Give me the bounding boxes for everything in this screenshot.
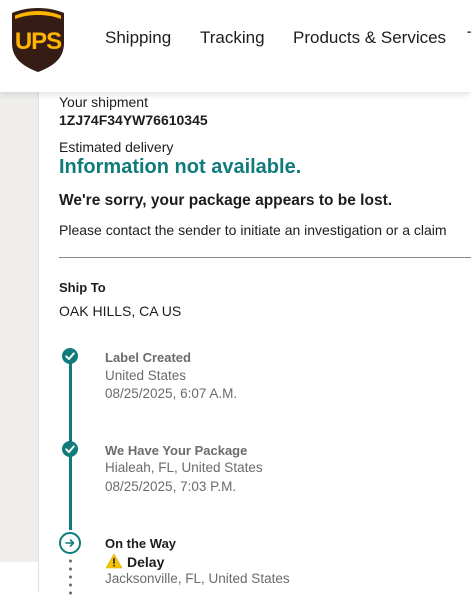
step-location: United States <box>105 368 187 383</box>
step-location: Jacksonville, FL, United States <box>105 571 290 586</box>
ship-to-label: Ship To <box>59 280 106 295</box>
step-complete-icon <box>62 348 78 364</box>
step-title: We Have Your Package <box>105 443 248 458</box>
nav-overflow-item[interactable]: T <box>467 28 471 48</box>
nav-tracking[interactable]: Tracking <box>200 28 265 48</box>
delivery-status: Information not available. <box>59 156 302 178</box>
contact-message: Please contact the sender to initiate an… <box>59 222 447 238</box>
tracking-number: 1ZJ74F34YW76610345 <box>59 112 208 128</box>
step-title: Label Created <box>105 350 191 365</box>
svg-text:UPS: UPS <box>15 28 62 55</box>
warning-icon <box>105 553 123 569</box>
shipment-label: Your shipment <box>59 94 148 110</box>
lost-alert: We're sorry, your package appears to be … <box>59 192 393 209</box>
section-divider <box>59 257 471 258</box>
step-complete-icon <box>62 441 78 457</box>
delay-label: Delay <box>127 554 165 570</box>
estimated-delivery-label: Estimated delivery <box>59 139 174 155</box>
nav-shipping[interactable]: Shipping <box>105 28 171 48</box>
step-current-icon <box>59 532 81 554</box>
nav-products-services[interactable]: Products & Services <box>293 28 446 48</box>
step-datetime: 08/25/2025, 6:07 A.M. <box>105 386 238 401</box>
ship-to-value: OAK HILLS, CA US <box>59 303 182 319</box>
delay-alert: Delay <box>105 553 164 570</box>
site-header: UPS Shipping Tracking Products & Service… <box>0 0 471 92</box>
left-gutter-bottom <box>0 562 39 592</box>
timeline-dotted-line <box>69 557 72 597</box>
ups-logo[interactable]: UPS <box>10 7 66 73</box>
step-location: Hialeah, FL, United States <box>105 460 263 475</box>
left-gutter <box>0 92 39 562</box>
step-title-current: On the Way <box>105 536 177 551</box>
step-datetime: 08/25/2025, 7:03 P.M. <box>105 479 237 494</box>
